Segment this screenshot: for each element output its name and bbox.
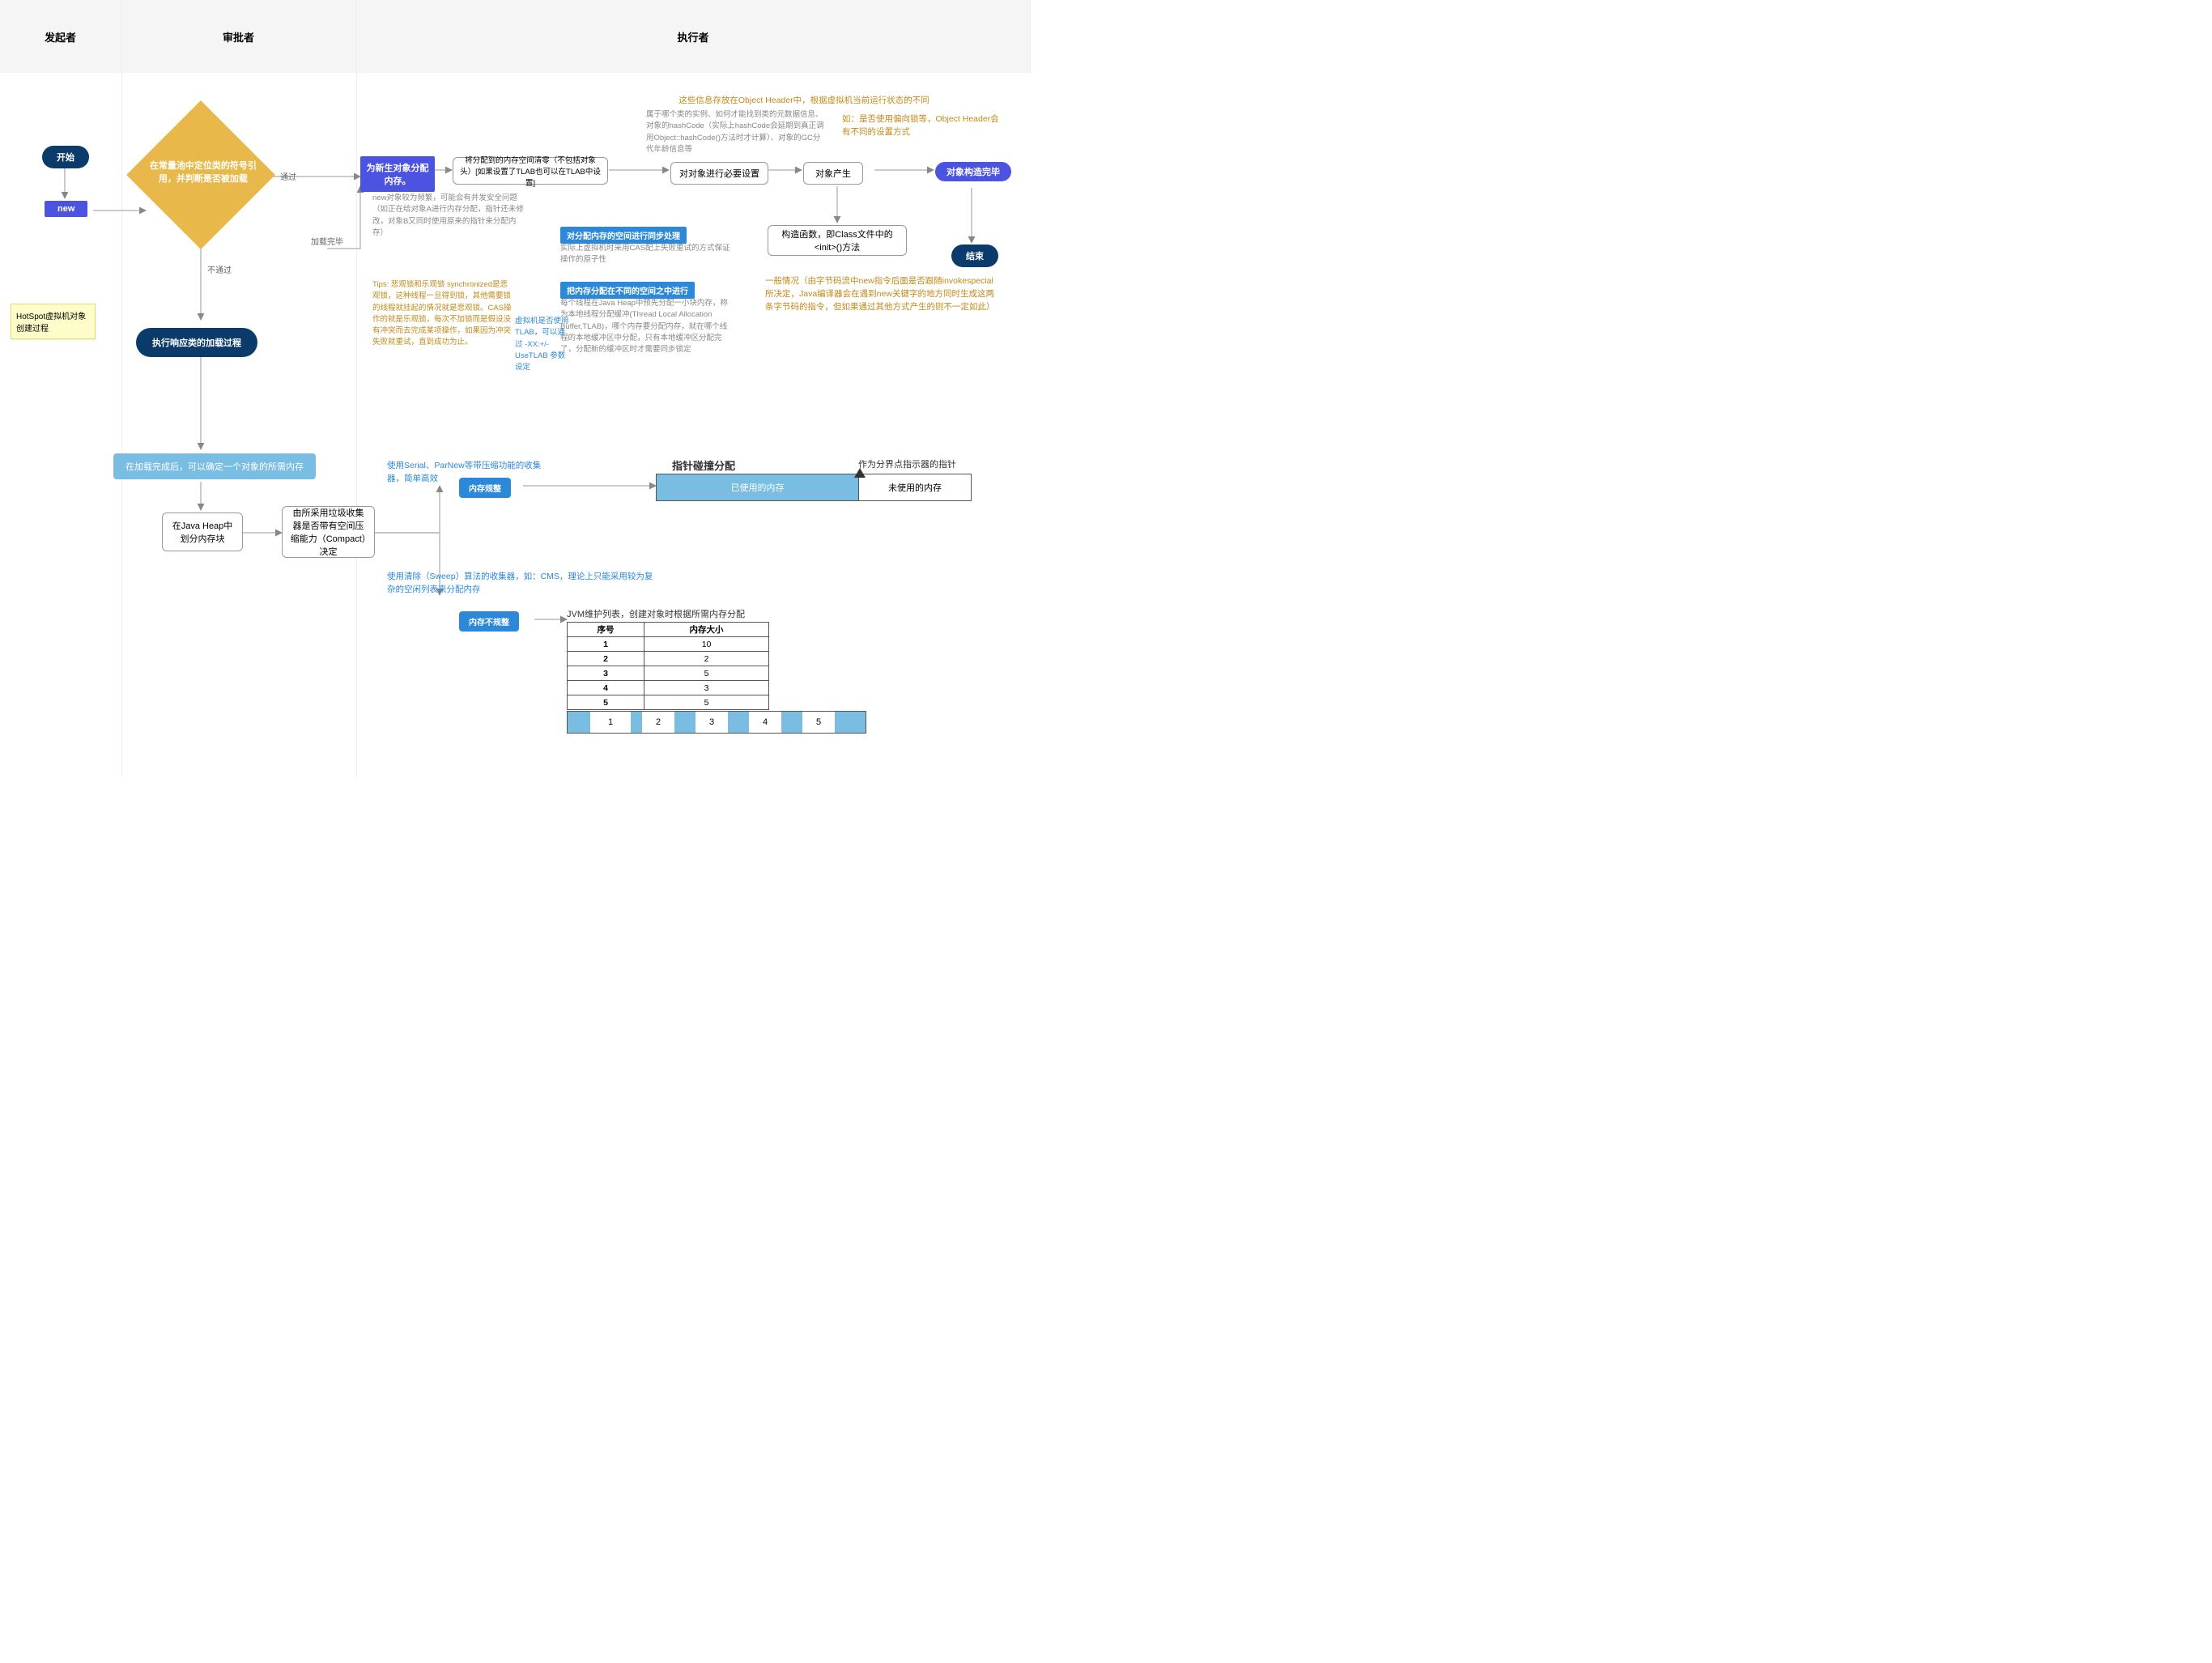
pointer-icon [854,468,866,478]
tlab-desc: 每个线程在Java Heap中预先分配一小块内存，称为本地线程分配缓冲(Thre… [560,298,732,355]
irregular-anno: 使用清除（Sweep）算法的收集器，如：CMS，理论上只能采用较为复杂的空闲列表… [387,571,654,597]
set-obj-node: 对对象进行必要设置 [670,162,768,185]
block-row: 1 2 3 4 5 [567,711,866,734]
start-node: 开始 [42,146,89,168]
tlab-tag: 把内存分配在不同的空间之中进行 [560,282,695,299]
sync-tag: 对分配内存的空间进行同步处理 [560,227,687,244]
lane-initiator: 发起者 [0,0,121,73]
done-node: 对象构造完毕 [935,162,1011,181]
ctor-node: 构造函数，即Class文件中的<init>()方法 [768,225,907,256]
memory-bar: 已使用的内存 未使用的内存 [656,474,972,501]
label-loaded: 加载完毕 [311,235,343,247]
label-fail: 不通过 [207,263,232,275]
load-process-node: 执行响应类的加载过程 [136,328,257,357]
alloc-new-node: 为新生对象分配内存。 [360,156,435,192]
sticky-note: HotSpot虚拟机对象创建过程 [11,304,96,339]
anno-lock: Tips: 悲观锁和乐观锁 synchronized是悲观锁，这种线程一旦得到锁… [372,279,514,349]
regular-label: 内存规整 [459,478,511,498]
anno-header1-grey: 属于哪个类的实例、如何才能找到类的元数据信息、对象的hashCode（实际上ha… [646,109,824,155]
freelist-table: 序号内存大小 110 22 35 43 55 [567,622,769,710]
regular-title: 指针碰撞分配 [672,457,735,473]
freelist-title: JVM维护列表，创建对象时根据所需内存分配 [567,607,745,620]
anno-freq: new对象较为频繁，可能会有并发安全问题（如正在给对象A进行内存分配，指针还未修… [372,193,526,239]
decision-diamond: 在常量池中定位类的符号引用，并判断是否被加载 [148,122,253,228]
obj-born-node: 对象产生 [803,162,863,185]
regular-ptr: 作为分界点指示器的指针 [858,457,956,470]
anno-header1: 这些信息存放在Object Header中，根据虚拟机当前运行状态的不同 [646,95,962,108]
end-node: 结束 [951,245,998,267]
irregular-label: 内存不规整 [459,611,519,632]
compact-decide-node: 由所采用垃圾收集器是否带有空间压缩能力（Compact）决定 [282,506,375,558]
alloc-heap-node: 在Java Heap中划分内存块 [162,513,243,551]
lane-approver: 审批者 [121,0,356,73]
zero-mem-node: 将分配到的内存空间清零（不包括对象头）[如果设置了TLAB也可以在TLAB中设置… [453,157,608,185]
anno-end: 一般情况（由字节码流中new指令后面是否跟随invokespecial所决定，J… [765,275,1000,313]
after-load-node: 在加载完成后，可以确定一个对象的所需内存 [113,453,316,479]
diagram-canvas: 发起者 审批者 执行者 [0,0,1031,777]
anno-header2: 如：是否使用偏向锁等，Object Header会有不同的设置方式 [842,113,1004,139]
label-pass: 通过 [280,170,296,182]
mem-free: 未使用的内存 [859,474,971,500]
mem-used: 已使用的内存 [657,474,859,500]
new-keyword: new [45,201,87,217]
lane-executor: 执行者 [356,0,1031,73]
sync-desc: 实际上虚拟机时采用CAS配上失败重试的方式保证操作的原子性 [560,243,730,266]
